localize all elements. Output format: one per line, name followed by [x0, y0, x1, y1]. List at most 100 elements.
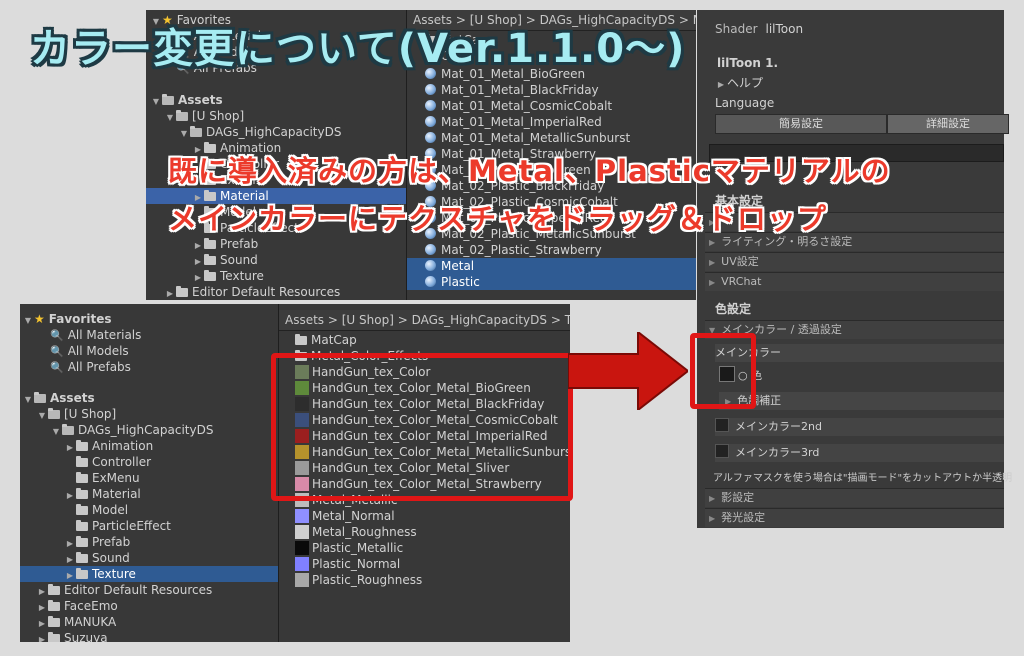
help-foldout[interactable]: ▶ ヘルプ — [715, 74, 1004, 92]
file-item-selected[interactable]: Metal — [407, 258, 696, 274]
file-item[interactable]: Mat_01_Metal_CosmicCobalt — [425, 98, 696, 114]
texture-thumbnail-icon — [295, 573, 309, 587]
checkbox[interactable] — [715, 444, 729, 458]
bottom-tree-item[interactable]: ▶ Material — [64, 486, 278, 502]
file-item[interactable]: Plastic_Normal — [295, 556, 570, 572]
file-item[interactable]: MatCap — [295, 332, 570, 348]
bottom-tree-item[interactable]: Model — [64, 502, 278, 518]
section-uv[interactable]: ▶ UV設定 — [705, 252, 1004, 271]
bottom-tree-item[interactable]: ExMenu — [64, 470, 278, 486]
tab-detail[interactable]: 詳細設定 — [887, 114, 1009, 134]
tree-label: Editor Default Resources — [192, 285, 341, 299]
tree-label: DAGs_HighCapacityDS — [206, 125, 342, 139]
checkbox[interactable] — [715, 418, 729, 432]
fold-arrow-icon[interactable]: ▶ — [164, 286, 176, 300]
folder-icon — [48, 584, 60, 595]
folder-icon — [76, 440, 88, 451]
shader-row[interactable]: Shader lilToon — [715, 20, 1004, 38]
breadcrumb[interactable]: Assets > [U Shop] > DAGs_HighCapacityDS … — [279, 310, 570, 331]
main-color-2nd-label: メインカラー2nd — [735, 420, 822, 433]
top-tree-item[interactable]: ▶ Sound — [192, 252, 406, 268]
bottom-tree-item[interactable]: ▶ Animation — [64, 438, 278, 454]
shader-value[interactable]: lilToon — [766, 22, 804, 36]
file-item[interactable]: Plastic_Metallic — [295, 540, 570, 556]
folder-icon — [76, 488, 88, 499]
bottom-tree-item[interactable]: ▶ Editor Default Resources — [36, 582, 278, 598]
fold-arrow-icon[interactable]: ▼ — [150, 94, 162, 110]
tab-simple[interactable]: 簡易設定 — [715, 114, 887, 134]
folder-icon — [48, 600, 60, 611]
bottom-fav-all-prefabs[interactable]: 🔍 All Prefabs — [50, 359, 278, 375]
tree-label: ExMenu — [92, 471, 140, 485]
bottom-tree-item[interactable]: ParticleEffect — [64, 518, 278, 534]
material-sphere-icon — [425, 260, 436, 271]
folder-icon — [76, 552, 88, 563]
instruction-line-1: 既に導入済みの方は、Metal、Plasticマテリアルの — [168, 154, 891, 188]
fold-arrow-icon[interactable]: ▼ — [36, 408, 48, 424]
texture-thumbnail-icon — [295, 557, 309, 571]
bottom-tree-item-selected[interactable]: ▶ Texture — [20, 566, 278, 582]
bottom-tree-item[interactable]: ▶ Sound — [64, 550, 278, 566]
top-tree-item[interactable]: ▶ Prefab — [192, 236, 406, 252]
fold-arrow-icon[interactable]: ▶ — [36, 632, 48, 642]
file-label: Metal_Roughness — [312, 525, 417, 539]
top-assets-header[interactable]: ▼ Assets — [150, 92, 406, 108]
folder-icon — [76, 536, 88, 547]
section-label: 発光設定 — [721, 511, 766, 524]
bottom-tree-item[interactable]: ▶ MANUKA — [36, 614, 278, 630]
material-sphere-icon — [425, 116, 436, 127]
bottom-tree-item[interactable]: ▼ [U Shop] — [36, 406, 278, 422]
file-item[interactable]: Mat_01_Metal_ImperialRed — [425, 114, 696, 130]
section-emission[interactable]: ▶ 発光設定 — [705, 508, 1004, 527]
bottom-fav-all-models[interactable]: 🔍 All Models — [50, 343, 278, 359]
bottom-tree-item[interactable]: ▶ FaceEmo — [36, 598, 278, 614]
section-vrchat[interactable]: ▶ VRChat — [705, 272, 1004, 291]
file-label: Plastic_Metallic — [312, 541, 404, 555]
tree-label: Prefab — [92, 535, 131, 549]
bottom-tree-item[interactable]: ▶ Prefab — [64, 534, 278, 550]
main-color-2nd-row[interactable]: メインカラー2nd — [715, 418, 1004, 436]
folder-icon — [204, 270, 216, 281]
fold-arrow-icon: ▶ — [709, 238, 716, 247]
help-label: ヘルプ — [727, 76, 764, 90]
color-correction-foldout[interactable]: ▶ 色調補正 — [719, 392, 1004, 410]
fold-arrow-icon[interactable]: ▼ — [178, 126, 190, 142]
fold-arrow-icon[interactable]: ▼ — [50, 424, 62, 440]
tree-label: DAGs_HighCapacityDS — [78, 423, 214, 437]
main-color-texture-slot[interactable]: ○ 色 — [719, 366, 1004, 384]
bottom-assets-header[interactable]: ▼ Assets — [22, 390, 278, 406]
main-color-3rd-label: メインカラー3rd — [735, 446, 820, 459]
file-item[interactable]: Mat_02_Plastic_Strawberry — [425, 242, 696, 258]
top-tree-item[interactable]: ▼ [U Shop] — [164, 108, 406, 124]
file-item-selected[interactable]: Plastic — [407, 274, 696, 290]
top-tree-item[interactable]: ▶ Texture — [192, 268, 406, 284]
file-item[interactable]: Mat_01_Metal_MetallicSunburst — [425, 130, 696, 146]
bottom-favorites-header[interactable]: ▼ ★ Favorites — [22, 311, 278, 327]
tree-label: Controller — [92, 455, 152, 469]
texture-thumbnail-icon — [295, 509, 309, 523]
material-sphere-icon — [425, 84, 436, 95]
top-tree-item[interactable]: ▶ Editor Default Resources — [164, 284, 406, 300]
section-shadow[interactable]: ▶ 影設定 — [705, 488, 1004, 507]
fold-arrow-icon[interactable]: ▼ — [22, 392, 34, 408]
favorites-label: Favorites — [48, 312, 112, 326]
folder-icon — [162, 94, 174, 105]
fold-arrow-icon[interactable]: ▼ — [22, 313, 34, 329]
section-label: VRChat — [721, 275, 762, 288]
file-item[interactable]: Metal_Roughness — [295, 524, 570, 540]
folder-icon — [176, 286, 188, 297]
main-color-3rd-row[interactable]: メインカラー3rd — [715, 444, 1004, 462]
top-tree-item[interactable]: ▼ DAGs_HighCapacityDS — [178, 124, 406, 140]
bottom-tree-item[interactable]: ▼ DAGs_HighCapacityDS — [50, 422, 278, 438]
instruction-line-2: メインカラーにテクスチャをドラッグ＆ドロップ — [168, 202, 827, 236]
bottom-tree-item[interactable]: ▶ Suzuya — [36, 630, 278, 642]
file-item[interactable]: Metal_Normal — [295, 508, 570, 524]
file-item[interactable]: Plastic_Roughness — [295, 572, 570, 588]
search-icon: 🔍 — [50, 361, 64, 374]
file-item[interactable]: Mat_01_Metal_BlackFriday — [425, 82, 696, 98]
bottom-fav-all-materials[interactable]: 🔍 All Materials — [50, 327, 278, 343]
section-label: UV設定 — [721, 255, 759, 268]
bottom-tree-item[interactable]: Controller — [64, 454, 278, 470]
color-settings-label: 色設定 — [715, 302, 752, 316]
fold-arrow-icon[interactable]: ▼ — [164, 110, 176, 126]
